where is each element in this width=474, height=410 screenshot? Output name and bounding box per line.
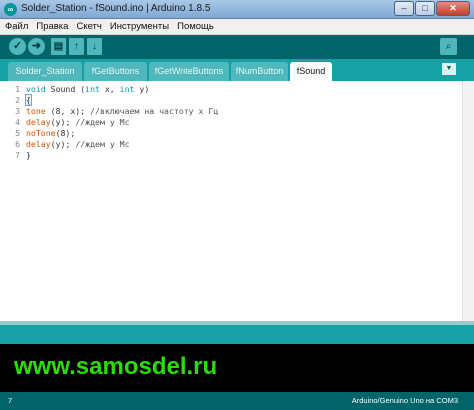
tab-bar: Solder_Station fGetButtons fGetWriteButt… bbox=[0, 59, 474, 81]
close-button[interactable]: ✕ bbox=[436, 1, 470, 16]
toolbar: ✓ ➜ ▤ ↑ ↓ ⌕ bbox=[0, 35, 474, 59]
code-text: { bbox=[25, 94, 32, 106]
tab-fnumbutton[interactable]: fNumButton bbox=[231, 62, 288, 81]
window-title: Solder_Station - fSound.ino | Arduino 1.… bbox=[21, 3, 211, 14]
code-editor[interactable]: 1 void Sound (int x, int y) 2 { 3 tone (… bbox=[0, 81, 474, 321]
code-text: noTone(8); bbox=[26, 128, 76, 138]
tab-fgetbuttons[interactable]: fGetButtons bbox=[84, 62, 147, 81]
tab-fgetwritebuttons[interactable]: fGetWriteButtons bbox=[149, 62, 229, 81]
code-line: 5 noTone(8); bbox=[0, 128, 474, 139]
minimize-button[interactable]: – bbox=[394, 1, 414, 16]
window-controls: – □ ✕ bbox=[394, 1, 470, 16]
new-file-icon: ▤ bbox=[53, 41, 64, 52]
menu-file[interactable]: Файл bbox=[5, 21, 28, 32]
title-bar: ∞ Solder_Station - fSound.ino | Arduino … bbox=[0, 0, 474, 19]
code-line: 2 { bbox=[0, 94, 474, 106]
code-text: void Sound (int x, int y) bbox=[26, 84, 150, 94]
open-button[interactable]: ↑ bbox=[69, 38, 84, 55]
arrow-right-icon: ➜ bbox=[31, 40, 42, 52]
arrow-up-icon: ↑ bbox=[74, 41, 79, 52]
line-number: 7 bbox=[15, 150, 20, 160]
upload-button[interactable]: ➜ bbox=[28, 38, 45, 55]
code-text: } bbox=[26, 150, 31, 160]
menu-bar: Файл Правка Скетч Инструменты Помощь bbox=[0, 19, 474, 35]
magnifier-icon: ⌕ bbox=[445, 41, 452, 52]
code-line: 3 tone (8, x); //включаем на частоту x Г… bbox=[0, 106, 474, 117]
watermark-text: www.samosdel.ru bbox=[14, 353, 218, 380]
menu-sketch[interactable]: Скетч bbox=[76, 21, 101, 32]
code-text: tone (8, x); //включаем на частоту x Гц bbox=[26, 106, 219, 116]
tab-solder-station[interactable]: Solder_Station bbox=[8, 62, 82, 81]
line-number: 4 bbox=[15, 117, 20, 127]
line-number: 5 bbox=[15, 128, 20, 138]
menu-help[interactable]: Помощь bbox=[177, 21, 214, 32]
tab-menu-button[interactable]: ▼ bbox=[442, 63, 456, 75]
new-sketch-button[interactable]: ▤ bbox=[51, 38, 66, 55]
chevron-down-icon: ▼ bbox=[445, 65, 453, 72]
status-bar: 7 Arduino/Genuino Uno на COM3 bbox=[0, 392, 474, 410]
checkmark-icon: ✓ bbox=[12, 40, 23, 52]
save-button[interactable]: ↓ bbox=[87, 38, 102, 55]
arrow-down-icon: ↓ bbox=[92, 41, 97, 52]
code-text: delay(y); //ждем y Мс bbox=[26, 139, 130, 149]
maximize-button[interactable]: □ bbox=[415, 1, 435, 16]
arduino-logo-icon: ∞ bbox=[4, 3, 17, 16]
status-board-port: Arduino/Genuino Uno на COM3 bbox=[351, 396, 458, 405]
code-line: 7 } bbox=[0, 150, 474, 161]
verify-button[interactable]: ✓ bbox=[9, 38, 26, 55]
editor-scrollbar[interactable] bbox=[462, 81, 474, 321]
serial-monitor-button[interactable]: ⌕ bbox=[440, 38, 457, 55]
menu-edit[interactable]: Правка bbox=[36, 21, 68, 32]
console-message-bar bbox=[0, 325, 474, 344]
code-line: 6 delay(y); //ждем y Мс bbox=[0, 139, 474, 150]
line-number: 2 bbox=[15, 95, 20, 105]
console-output: www.samosdel.ru bbox=[0, 344, 474, 392]
status-line-number: 7 bbox=[8, 396, 13, 405]
line-number: 1 bbox=[15, 84, 20, 94]
code-text: delay(y); //ждем y Мс bbox=[26, 117, 130, 127]
code-line: 4 delay(y); //ждем y Мс bbox=[0, 117, 474, 128]
code-line: 1 void Sound (int x, int y) bbox=[0, 84, 474, 95]
menu-tools[interactable]: Инструменты bbox=[110, 21, 169, 32]
line-number: 3 bbox=[15, 106, 20, 116]
tab-fsound[interactable]: fSound bbox=[290, 62, 332, 81]
line-number: 6 bbox=[15, 139, 20, 149]
